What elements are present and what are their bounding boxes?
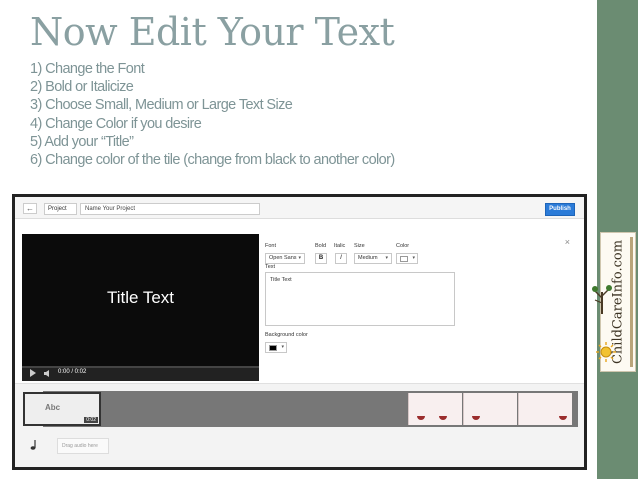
tagline-strip-icon [630, 237, 633, 367]
chevron-down-icon: ▾ [385, 255, 388, 261]
text-label: Text [265, 264, 276, 270]
italic-label: Italic [334, 243, 346, 249]
instruction-step: 4) Change Color if you desire [30, 115, 202, 132]
progress-bar[interactable] [22, 366, 259, 368]
bold-button[interactable]: B [315, 253, 327, 264]
tree-icon [592, 285, 612, 314]
ruler-tick: 0:10 [403, 466, 413, 470]
text-color-picker[interactable]: ▾ [396, 253, 418, 264]
preview-title-text: Title Text [106, 288, 175, 307]
font-value: Open Sans [269, 255, 297, 261]
timeline-ruler[interactable]: 0:00 0:02 0:04 0:05 0:06 0:08 0:09 0:10 0:12 0:13… [43, 466, 578, 470]
color-label: Color [396, 243, 410, 249]
size-value: Medium [358, 255, 378, 261]
instruction-step: 5) Add your “Title” [30, 133, 134, 150]
text-color-swatch [400, 256, 408, 262]
instruction-step: 2) Bold or Italicize [30, 79, 134, 96]
ruler-tick: 0:13 [506, 466, 516, 470]
back-button[interactable]: ← [23, 203, 37, 214]
project-dropdown[interactable]: Project [44, 203, 77, 215]
ruler-tick: 0:02 [94, 466, 104, 470]
volume-icon[interactable] [44, 370, 52, 377]
size-label: Size [354, 243, 365, 249]
instruction-list: 1) Change the Font 2) Bold or Italicize … [30, 60, 395, 169]
video-preview[interactable]: Title Text [22, 234, 259, 378]
ruler-tick: 0:12 [455, 466, 464, 470]
audio-drop-zone[interactable]: Drag audio here [57, 438, 109, 454]
clip-thumbnail[interactable] [463, 393, 517, 425]
title-clip[interactable]: Abc 0:02 [23, 392, 101, 426]
instruction-step: 3) Choose Small, Medium or Large Text Si… [30, 97, 293, 114]
clip-label: Abc [45, 403, 61, 412]
slide-title: Now Edit Your Text [30, 10, 395, 54]
player-controls: 0:00 / 0:02 [22, 366, 259, 381]
text-settings-panel: Font Open Sans ▾ Bold B Italic I Size Med… [265, 234, 575, 374]
chevron-down-icon: ▾ [281, 344, 284, 350]
clip-thumbnail[interactable] [518, 393, 572, 425]
ruler-tick: 0:04 [146, 466, 155, 470]
ruler-tick: 0:14 [558, 466, 567, 470]
ruler-tick: 0:00 [43, 466, 52, 470]
video-editor-window: ← Project Name Your Project Publish Titl… [12, 194, 587, 470]
project-name-input[interactable]: Name Your Project [80, 203, 260, 215]
font-label: Font [265, 243, 277, 249]
ruler-tick: 0:09 [352, 466, 361, 470]
clip-duration: 0:02 [84, 417, 98, 423]
clip-thumbnail[interactable] [408, 393, 462, 425]
ruler-tick: 0:08 [300, 466, 310, 470]
publish-button[interactable]: Publish [545, 203, 575, 216]
title-text-input[interactable]: Title Text [265, 272, 455, 326]
chevron-down-icon: ▾ [412, 255, 415, 261]
music-note-icon [30, 440, 36, 450]
bold-label: Bold [315, 243, 327, 249]
size-dropdown[interactable]: Medium ▾ [354, 253, 392, 264]
instruction-step: 6) Change color of the tile (change from… [30, 152, 395, 169]
play-icon[interactable] [30, 369, 36, 377]
close-icon[interactable]: × [565, 237, 570, 247]
time-readout: 0:00 / 0:02 [58, 369, 87, 375]
ruler-tick: 0:06 [249, 466, 258, 470]
ruler-tick: 0:05 [197, 466, 207, 470]
sun-icon [596, 342, 616, 362]
background-color-label: Background color [265, 332, 308, 338]
chevron-down-icon: ▾ [298, 255, 301, 261]
background-color-picker[interactable]: ▾ [265, 342, 287, 353]
font-dropdown[interactable]: Open Sans ▾ [265, 253, 305, 264]
instruction-step: 1) Change the Font [30, 61, 145, 77]
italic-button[interactable]: I [335, 253, 347, 264]
timeline: Abc 0:02 Drag audio here 0:00 0:02 0:04 0:0… [15, 383, 584, 470]
editor-toolbar: ← Project Name Your Project Publish [15, 197, 584, 219]
background-color-swatch [269, 345, 277, 351]
